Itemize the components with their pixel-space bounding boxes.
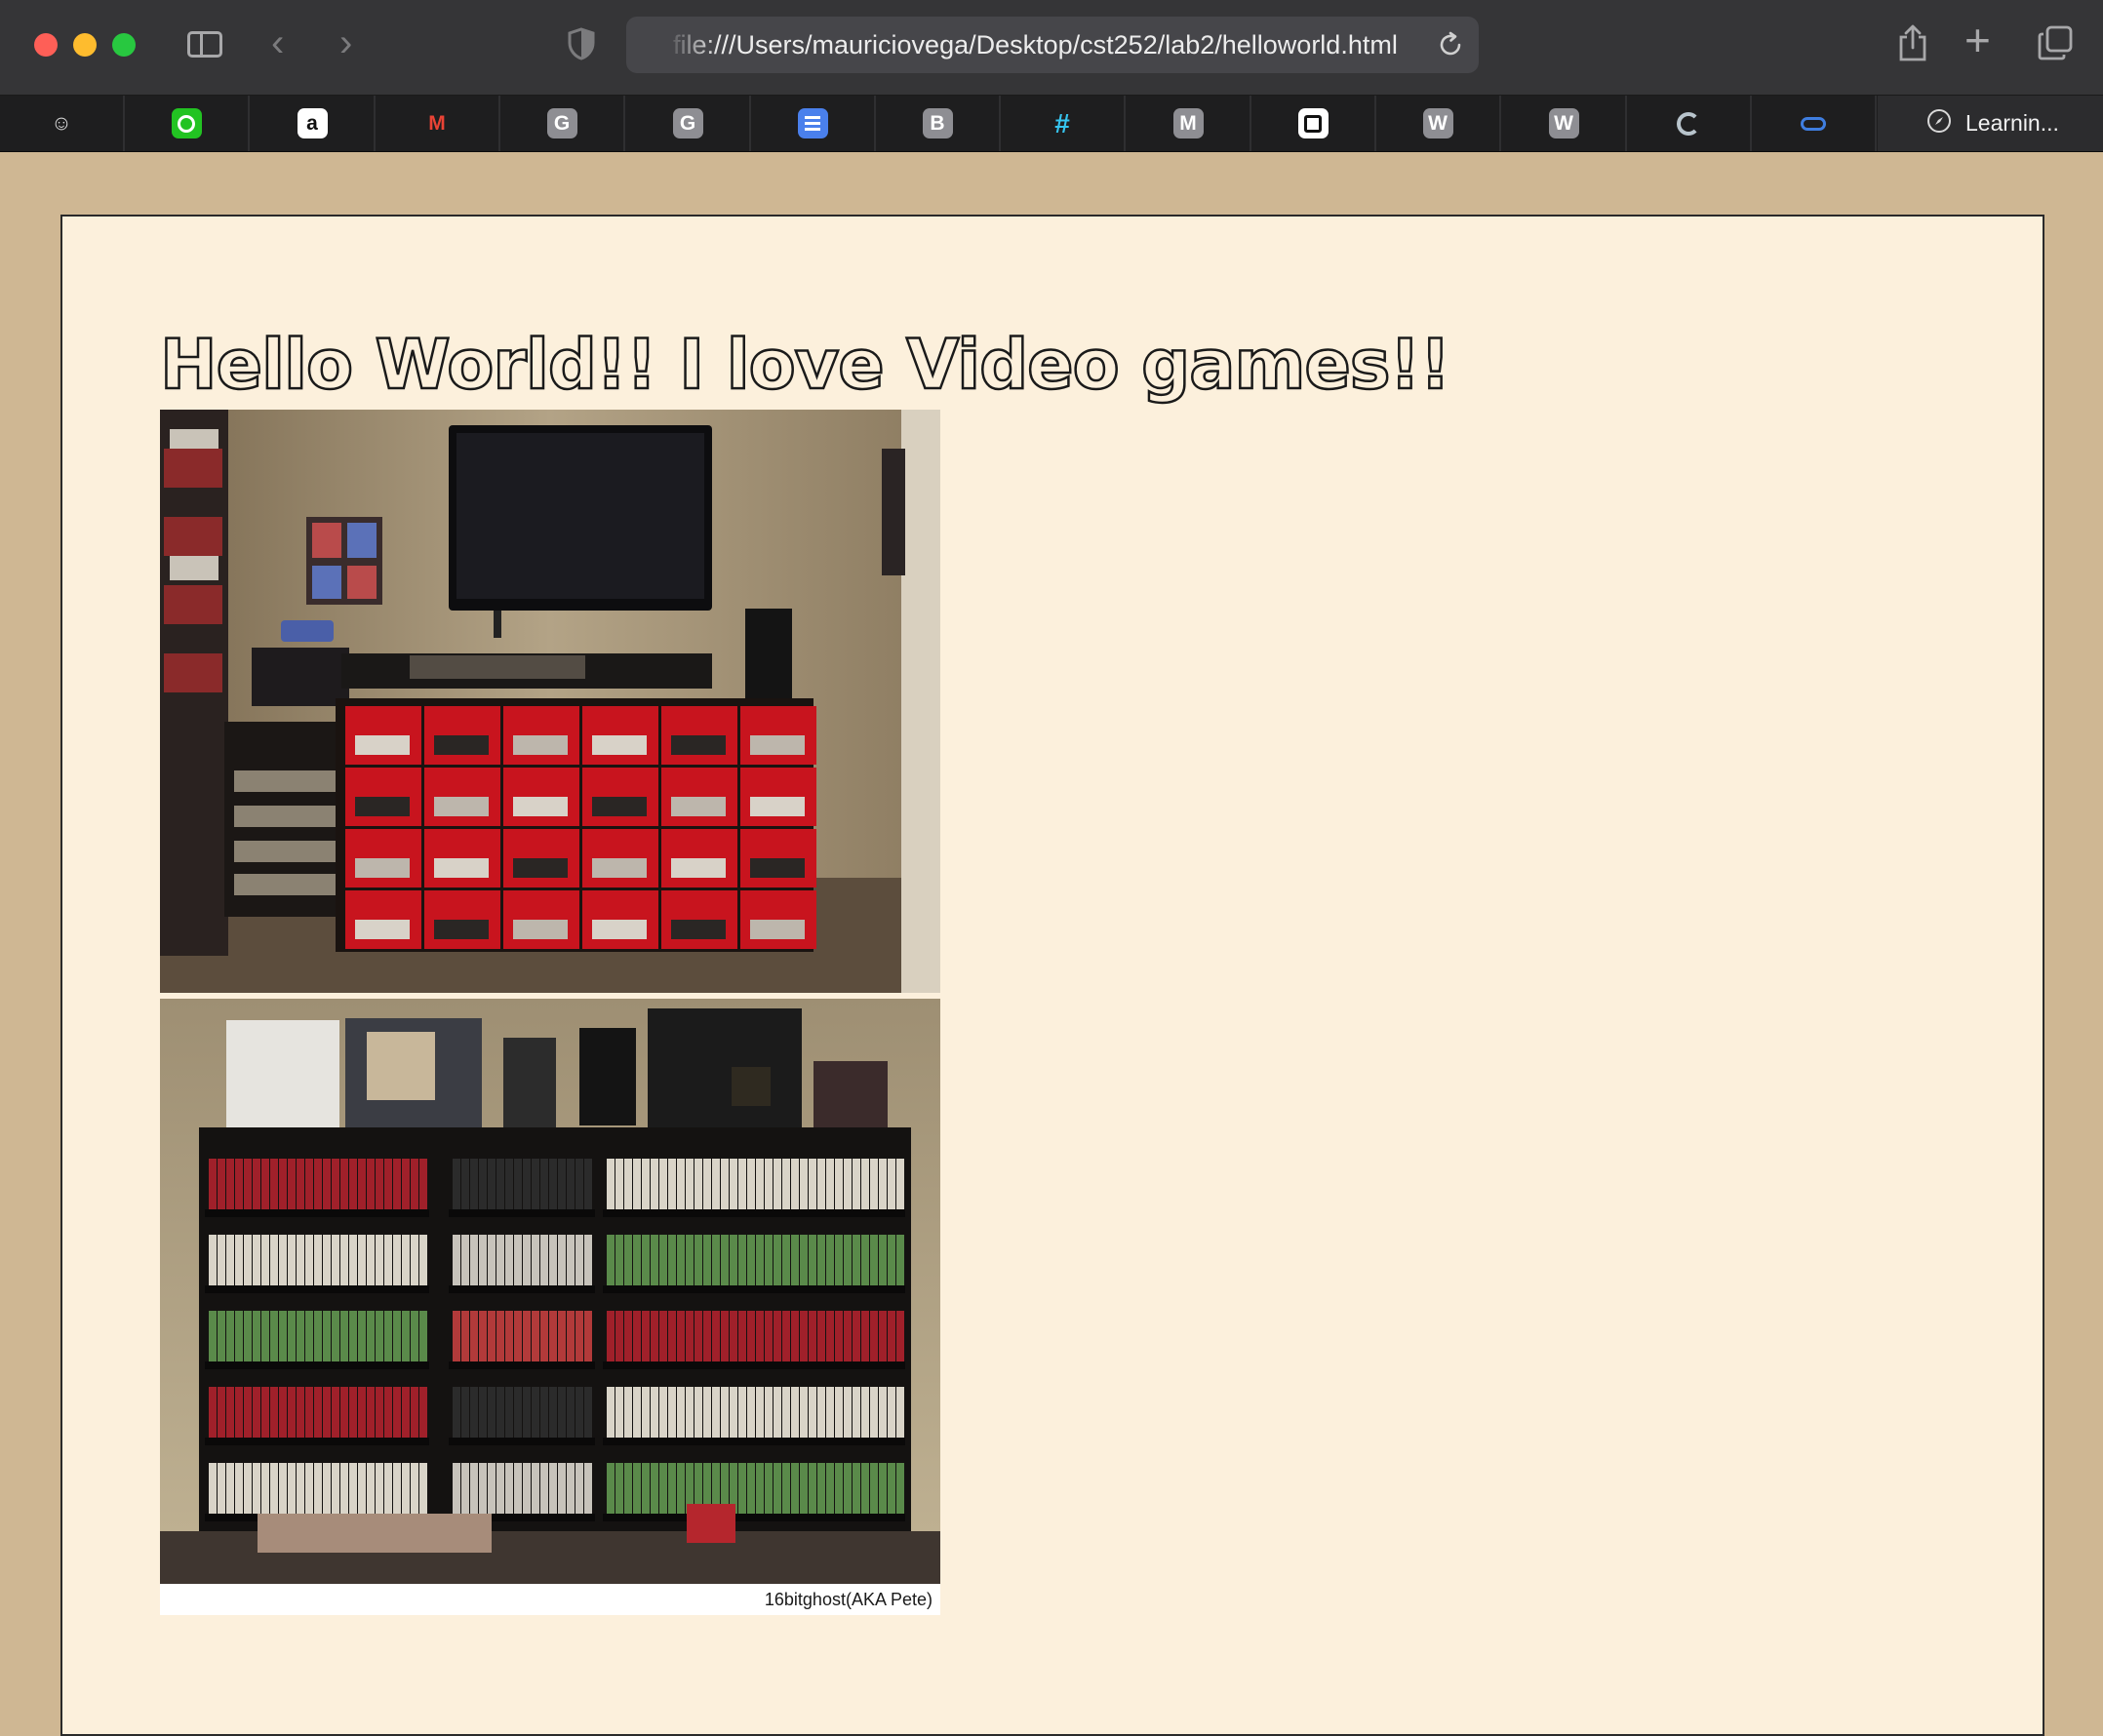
favorite-11[interactable]	[1251, 96, 1376, 151]
mail-icon	[1297, 108, 1329, 138]
forward-icon[interactable]: ›	[339, 21, 352, 64]
gmail-icon: M	[421, 108, 453, 138]
minimize-window-button[interactable]	[73, 33, 97, 57]
favorite-6[interactable]: G	[626, 96, 751, 151]
back-icon[interactable]: ‹	[271, 21, 284, 64]
tab-learning-label: Learnin...	[1965, 110, 2059, 136]
favorite-5[interactable]: G	[500, 96, 625, 151]
game-collection-photo	[160, 999, 940, 1584]
favorite-4[interactable]: M	[376, 96, 500, 151]
photo-credit-bar: 16bitghost(AKA Pete)	[160, 1584, 940, 1615]
share-icon[interactable]	[1897, 23, 1928, 67]
page-heading: Hello World!! I love Video games!!	[159, 324, 1452, 407]
address-bar[interactable]: file:///Users/mauriciovega/Desktop/cst25…	[626, 17, 1479, 73]
favorite-14[interactable]	[1627, 96, 1752, 151]
favorite-10[interactable]: M	[1127, 96, 1251, 151]
favorite-3[interactable]: a	[251, 96, 376, 151]
cloud-icon	[1798, 108, 1829, 138]
favorites-bar: ☺ a M G G B # M W W	[0, 96, 2103, 152]
favorite-1[interactable]: ☺	[0, 96, 125, 151]
url-text[interactable]: file:///Users/mauriciovega/Desktop/cst25…	[673, 17, 1410, 73]
clock-icon	[171, 108, 202, 138]
photo-credit: 16bitghost(AKA Pete)	[764, 1590, 932, 1609]
docs-icon	[797, 108, 828, 138]
ghost-icon: ☺	[46, 108, 77, 138]
page-content: Hello World!! I love Video games!! 16bit…	[60, 215, 2044, 1736]
tab-learning[interactable]: Learnin...	[1878, 96, 2103, 151]
swirl-icon	[1673, 108, 1704, 138]
close-window-button[interactable]	[34, 33, 58, 57]
favorite-12[interactable]: W	[1376, 96, 1501, 151]
w-icon: W	[1422, 108, 1453, 138]
b-icon: B	[922, 108, 953, 138]
console-shelf-photo	[160, 410, 940, 993]
slack-icon: #	[1047, 108, 1078, 138]
favorite-8[interactable]: B	[876, 96, 1001, 151]
favorite-2[interactable]	[125, 96, 250, 151]
g-icon: G	[672, 108, 703, 138]
g-icon: G	[546, 108, 577, 138]
fullscreen-window-button[interactable]	[112, 33, 136, 57]
favorite-15[interactable]	[1752, 96, 1877, 151]
reload-icon[interactable]	[1436, 30, 1465, 64]
m-icon: M	[1172, 108, 1204, 138]
w-icon: W	[1548, 108, 1579, 138]
new-tab-icon[interactable]: +	[1964, 16, 1991, 64]
privacy-shield-icon[interactable]	[568, 27, 595, 65]
a-icon: a	[297, 108, 328, 138]
tab-overview-icon[interactable]	[2038, 25, 2073, 65]
browser-toolbar: ‹ › file:///Users/mauriciovega/Desktop/c…	[0, 0, 2103, 96]
favorite-13[interactable]: W	[1502, 96, 1627, 151]
compass-icon	[1926, 108, 1952, 139]
sidebar-icon[interactable]	[187, 31, 222, 58]
favorite-9[interactable]: #	[1001, 96, 1126, 151]
favorite-7[interactable]	[751, 96, 876, 151]
